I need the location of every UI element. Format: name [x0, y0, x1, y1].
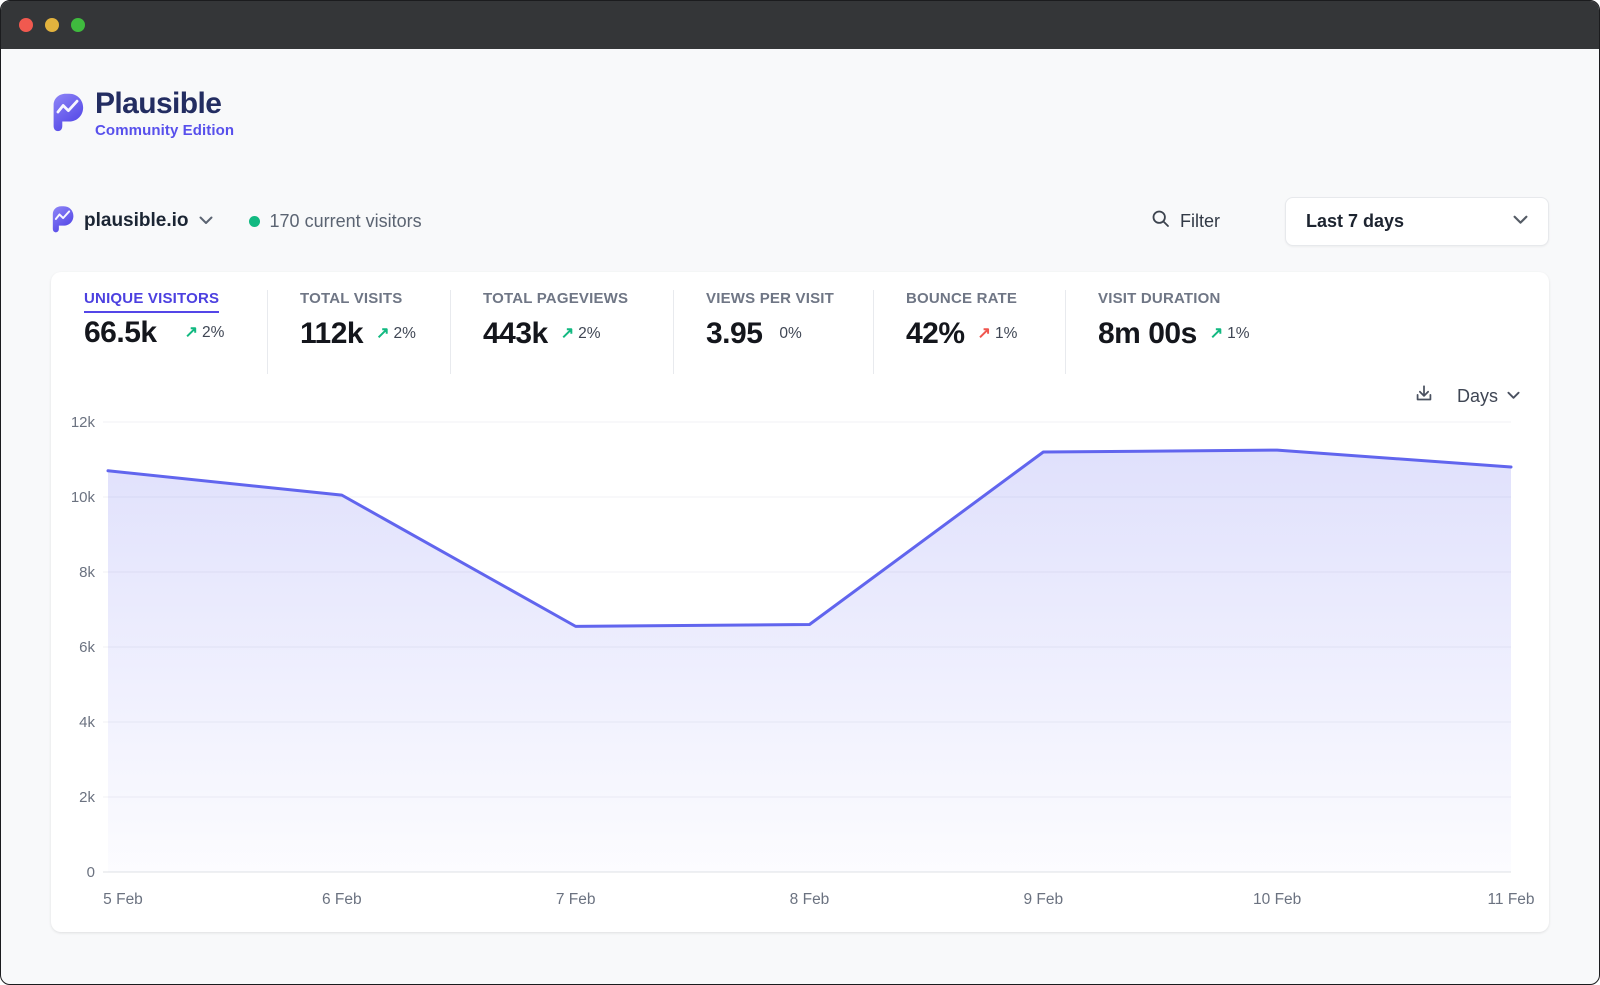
stat-change: 0% [779, 325, 801, 343]
current-visitors-label: 170 current visitors [270, 211, 422, 232]
stat-views-per-visit[interactable]: VIEWS PER VISIT 3.95 0% [674, 290, 874, 374]
stat-value: 8m 00s [1098, 317, 1197, 351]
site-selector[interactable]: plausible.io [51, 205, 213, 238]
dashboard-card: UNIQUE VISITORS 66.5k ↗2% TOTAL VISITS 1… [51, 272, 1549, 932]
stat-total-pageviews[interactable]: TOTAL PAGEVIEWS 443k ↗2% [451, 290, 674, 374]
svg-text:10 Feb: 10 Feb [1253, 891, 1301, 908]
stat-value: 112k [300, 317, 363, 351]
app-window: Plausible Community Edition [0, 0, 1600, 985]
svg-text:2k: 2k [79, 789, 95, 806]
download-button[interactable] [1413, 383, 1435, 410]
site-logo-icon [51, 205, 74, 238]
filter-button[interactable]: Filter [1151, 209, 1220, 234]
current-visitors[interactable]: 170 current visitors [249, 211, 422, 232]
stat-value: 66.5k [84, 316, 157, 350]
site-name: plausible.io [84, 210, 189, 232]
chevron-down-icon [1507, 387, 1520, 405]
page-content: Plausible Community Edition [1, 49, 1599, 984]
svg-text:0: 0 [87, 864, 95, 881]
svg-text:4k: 4k [79, 714, 95, 731]
date-range-label: Last 7 days [1306, 211, 1404, 232]
minimize-window-button[interactable] [45, 18, 59, 32]
date-range-selector[interactable]: Last 7 days [1285, 197, 1549, 246]
trend-up-icon: ↗ [1210, 326, 1223, 342]
stat-value: 42% [906, 317, 965, 351]
stat-change: 2% [202, 324, 224, 342]
plausible-logo-icon [51, 89, 84, 140]
live-dot-icon [249, 216, 260, 227]
svg-text:9 Feb: 9 Feb [1024, 891, 1064, 908]
filter-label: Filter [1180, 211, 1220, 232]
download-icon [1413, 383, 1435, 410]
zoom-window-button[interactable] [71, 18, 85, 32]
stat-change: 2% [394, 325, 416, 343]
trend-up-icon: ↗ [185, 325, 198, 341]
svg-text:12k: 12k [71, 414, 96, 431]
svg-text:11 Feb: 11 Feb [1487, 891, 1534, 908]
stat-value: 443k [483, 317, 548, 351]
search-icon [1151, 209, 1171, 234]
interval-selector[interactable]: Days [1457, 386, 1520, 407]
trend-up-icon: ↗ [978, 326, 991, 342]
brand-subtitle: Community Edition [95, 122, 234, 139]
svg-text:8k: 8k [79, 564, 95, 581]
close-window-button[interactable] [19, 18, 33, 32]
chevron-down-icon [199, 212, 213, 230]
stat-total-visits[interactable]: TOTAL VISITS 112k ↗2% [268, 290, 451, 374]
stat-change: 2% [578, 325, 600, 343]
trend-up-icon: ↗ [561, 326, 574, 342]
stat-change: 1% [1227, 325, 1249, 343]
trend-up-icon: ↗ [376, 326, 389, 342]
brand-name: Plausible [95, 89, 234, 119]
window-titlebar [1, 1, 1599, 49]
chart-controls: Days [51, 380, 1549, 412]
stat-visit-duration[interactable]: VISIT DURATION 8m 00s ↗1% [1066, 290, 1316, 374]
brand-header[interactable]: Plausible Community Edition [51, 89, 1549, 140]
svg-text:5 Feb: 5 Feb [103, 891, 143, 908]
visitors-chart-canvas: 0 2k 4k 6k 8k 10k 12k 5 Feb 6 Feb 7 Feb 8 Feb 9 Feb… [51, 412, 1551, 912]
svg-text:10k: 10k [71, 489, 96, 506]
svg-text:8 Feb: 8 Feb [790, 891, 830, 908]
site-header: plausible.io 170 current visitors Filter [51, 196, 1549, 246]
stat-bounce-rate[interactable]: BOUNCE RATE 42% ↗1% [874, 290, 1066, 374]
svg-text:6k: 6k [79, 639, 95, 656]
stat-unique-visitors[interactable]: UNIQUE VISITORS 66.5k ↗2% [84, 290, 268, 374]
chevron-down-icon [1513, 212, 1528, 230]
visitors-chart[interactable]: 0 2k 4k 6k 8k 10k 12k 5 Feb 6 Feb 7 Feb 8 Feb 9 Feb… [51, 412, 1549, 917]
svg-text:7 Feb: 7 Feb [556, 891, 596, 908]
stat-value: 3.95 [706, 317, 762, 351]
svg-text:6 Feb: 6 Feb [322, 891, 362, 908]
stat-change: 1% [995, 325, 1017, 343]
interval-label: Days [1457, 386, 1498, 407]
stats-row: UNIQUE VISITORS 66.5k ↗2% TOTAL VISITS 1… [51, 290, 1549, 374]
